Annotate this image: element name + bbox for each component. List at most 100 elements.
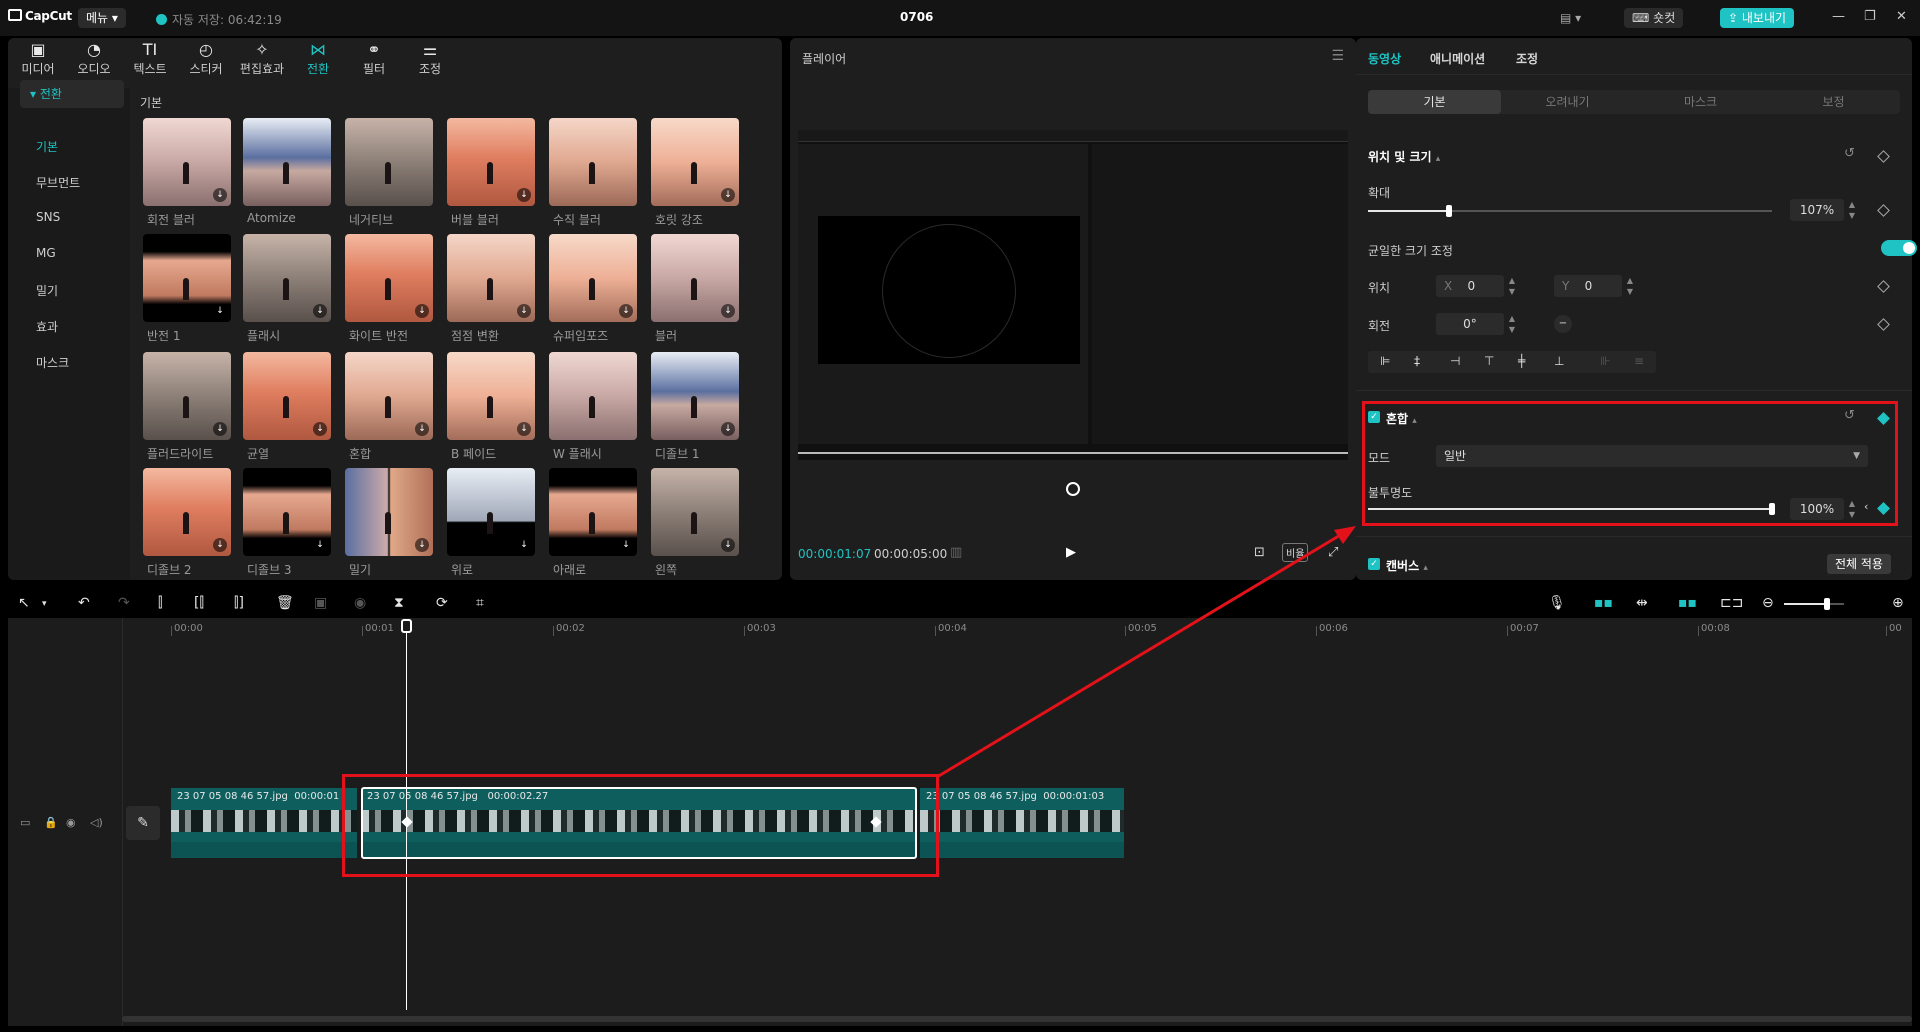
transition-thumbnail[interactable]: ↓ [651, 118, 739, 206]
distribute-v-icon[interactable]: ≡ [1634, 354, 1644, 368]
align-center-h-icon[interactable]: ‡ [1414, 354, 1420, 368]
rotation-stepper[interactable]: ▲ ▼ [1506, 313, 1518, 335]
split-left-icon[interactable]: [⫿ [194, 595, 204, 611]
slider-knob[interactable] [1445, 205, 1452, 217]
transition-thumbnail[interactable] [243, 118, 331, 206]
tab-adjust[interactable]: ⚌ 조정 [402, 40, 458, 77]
download-icon[interactable]: ↓ [213, 422, 227, 436]
download-icon[interactable]: ↓ [619, 538, 633, 552]
transition-thumbnail[interactable]: ↓ [243, 468, 331, 556]
tab-audio[interactable]: ◔ 오디오 [66, 40, 122, 77]
position-x-input[interactable]: X 0 [1436, 275, 1504, 297]
chevron-down-icon[interactable]: ▾ [42, 599, 47, 609]
transition-thumbnail[interactable] [549, 118, 637, 206]
sidebar-item-mask[interactable]: 마스크 [36, 354, 69, 371]
track-cover-icon[interactable]: ▭ [20, 816, 30, 829]
download-icon[interactable]: ↓ [721, 304, 735, 318]
scale-stepper[interactable]: ▲ ▼ [1846, 199, 1858, 221]
sidebar-item-sns[interactable]: SNS [36, 210, 60, 224]
timeline-clip[interactable]: 23 07 05 08 46 57.jpg 00:00:01:03 [920, 788, 1124, 858]
align-top-icon[interactable]: ⊤ [1484, 354, 1494, 368]
split-right-icon[interactable]: ⫿] [234, 595, 244, 611]
download-icon[interactable]: ↓ [721, 538, 735, 552]
align-bottom-icon[interactable]: ⊥ [1554, 354, 1564, 368]
tab-filter[interactable]: ⚭ 필터 [346, 40, 402, 77]
layout-button[interactable]: ▤ ▾ [1560, 8, 1581, 28]
menu-button[interactable]: 메뉴 ▾ [78, 8, 126, 28]
download-icon[interactable]: ↓ [415, 538, 429, 552]
rotate-icon[interactable]: ⟳ [436, 595, 448, 611]
zoom-fit-icon[interactable]: ⊡ [1254, 545, 1265, 560]
position-size-title[interactable]: 위치 및 크기 ▴ [1368, 148, 1440, 165]
tab-adjustment[interactable]: 조정 [1516, 50, 1538, 67]
scale-value[interactable]: 107% [1790, 199, 1844, 221]
download-icon[interactable]: ↓ [313, 538, 327, 552]
undo-icon[interactable]: ↶ [78, 595, 90, 611]
tab-video[interactable]: 동영상 [1368, 50, 1401, 67]
transition-thumbnail[interactable] [549, 352, 637, 440]
subtab-basic[interactable]: 기본 [1368, 90, 1501, 114]
download-icon[interactable]: ↓ [721, 422, 735, 436]
transition-thumbnail[interactable]: ↓ [143, 234, 231, 322]
transition-thumbnail[interactable]: ↓ [549, 468, 637, 556]
waveform-icon[interactable]: ▥ [950, 545, 962, 560]
transition-thumbnail[interactable]: ↓ [243, 352, 331, 440]
tab-animation[interactable]: 애니메이션 [1430, 50, 1485, 67]
subtab-mask[interactable]: 마스크 [1634, 90, 1767, 114]
edit-cover-button[interactable]: ✎ [126, 806, 160, 840]
download-icon[interactable]: ↓ [721, 188, 735, 202]
fullscreen-icon[interactable]: ⤢ [1328, 545, 1338, 560]
transition-thumbnail[interactable]: ↓ [549, 234, 637, 322]
download-icon[interactable]: ↓ [517, 304, 531, 318]
reverse-icon[interactable]: ◉ [354, 595, 366, 611]
split-icon[interactable]: ⫿ [158, 595, 162, 611]
download-icon[interactable]: ↓ [517, 188, 531, 202]
transition-thumbnail[interactable]: ↓ [345, 352, 433, 440]
shortcut-button[interactable]: ⌨ 숏컷 [1624, 8, 1684, 28]
download-icon[interactable]: ↓ [415, 422, 429, 436]
download-icon[interactable]: ↓ [619, 304, 633, 318]
volume-icon[interactable]: ◁) [90, 816, 103, 829]
transition-thumbnail[interactable]: ↓ [651, 352, 739, 440]
lock-icon[interactable]: 🔒 [44, 816, 58, 829]
zoom-in-icon[interactable]: ⊕ [1892, 595, 1904, 611]
tab-media[interactable]: ▣ 미디어 [10, 40, 66, 77]
playhead-handle[interactable] [401, 619, 412, 633]
download-icon[interactable]: ↓ [213, 304, 227, 318]
sidebar-item-push[interactable]: 밀기 [36, 282, 58, 299]
transition-thumbnail[interactable]: ↓ [447, 352, 535, 440]
download-icon[interactable]: ↓ [415, 304, 429, 318]
restore-icon[interactable]: ❐ [1864, 9, 1876, 24]
download-icon[interactable]: ↓ [213, 538, 227, 552]
close-icon[interactable]: ✕ [1896, 9, 1907, 24]
reset-icon[interactable]: ↺ [1844, 146, 1855, 161]
slider-knob[interactable] [1824, 598, 1830, 610]
align-center-v-icon[interactable]: ╪ [1518, 354, 1525, 368]
align-left-icon[interactable]: ⊫ [1380, 354, 1390, 368]
eye-icon[interactable]: ◉ [66, 816, 76, 829]
microphone-icon[interactable]: 🎙 [1548, 595, 1566, 611]
select-tool-icon[interactable]: ↖ [18, 595, 30, 611]
timeline-clip[interactable]: 23 07 05 08 46 57.jpg 00:00:01 [171, 788, 357, 858]
transition-thumbnail[interactable]: ↓ [243, 234, 331, 322]
download-icon[interactable]: ↓ [313, 422, 327, 436]
canvas-title[interactable]: 캔버스 ▴ [1386, 557, 1428, 574]
play-button[interactable]: ▶ [1066, 545, 1076, 560]
download-icon[interactable]: ↓ [213, 188, 227, 202]
transition-thumbnail[interactable]: ↓ [143, 352, 231, 440]
transition-thumbnail[interactable]: ↓ [447, 468, 535, 556]
sidebar-header-transition[interactable]: ▾ 전환 [20, 80, 124, 108]
download-icon[interactable]: ↓ [517, 538, 531, 552]
auto-snap-icon[interactable]: ⇹ [1636, 595, 1648, 611]
zoom-out-icon[interactable]: ⊖ [1762, 595, 1774, 611]
ratio-button[interactable]: 비율 [1282, 543, 1309, 562]
mirror-icon[interactable]: ⧗ [394, 595, 404, 611]
align-right-icon[interactable]: ⊣ [1450, 354, 1460, 368]
position-y-input[interactable]: Y 0 [1554, 275, 1622, 297]
timeline-scrollbar[interactable] [122, 1016, 1912, 1022]
canvas-checkbox[interactable]: ✓ [1368, 558, 1380, 570]
download-icon[interactable]: ↓ [517, 422, 531, 436]
transition-thumbnail[interactable]: ↓ [143, 118, 231, 206]
transition-thumbnail[interactable]: ↓ [143, 468, 231, 556]
subtab-retouch[interactable]: 보정 [1767, 90, 1900, 114]
